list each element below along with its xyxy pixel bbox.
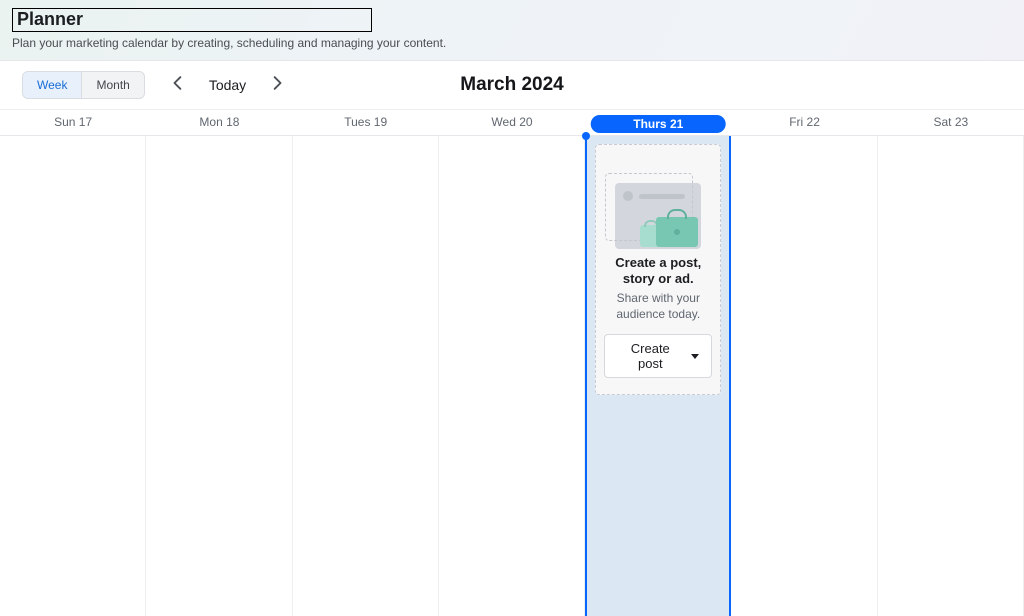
page-subtitle: Plan your marketing calendar by creating…: [12, 36, 1012, 50]
prev-week-button[interactable]: [167, 74, 189, 96]
day-header-label: Sat 23: [934, 115, 969, 129]
day-header-label: Sun 17: [54, 115, 92, 129]
create-post-button-label: Create post: [617, 341, 683, 371]
today-button[interactable]: Today: [209, 77, 246, 93]
day-header-sat[interactable]: Sat 23: [878, 110, 1024, 135]
today-indicator-dot: [582, 132, 590, 140]
calendar-toolbar: Week Month Today March 2024: [0, 61, 1024, 110]
view-month-button[interactable]: Month: [81, 72, 143, 98]
day-header-sun[interactable]: Sun 17: [0, 110, 146, 135]
create-card-title: Create a post, story or ad.: [608, 255, 708, 288]
day-column-mon[interactable]: [146, 136, 292, 616]
day-column-tue[interactable]: [293, 136, 439, 616]
date-nav-group: Today: [167, 74, 288, 96]
day-header-label: Tues 19: [344, 115, 387, 129]
day-column-sun[interactable]: [0, 136, 146, 616]
day-header-label: Fri 22: [789, 115, 820, 129]
weekday-header-row: Sun 17 Mon 18 Tues 19 Wed 20 Thurs 21 Fr…: [0, 110, 1024, 136]
day-header-mon[interactable]: Mon 18: [146, 110, 292, 135]
page-header: Planner Plan your marketing calendar by …: [0, 0, 1024, 60]
day-header-tue[interactable]: Tues 19: [293, 110, 439, 135]
create-post-button[interactable]: Create post: [604, 334, 712, 378]
page-title: Planner: [12, 8, 372, 32]
day-header-label: Wed 20: [491, 115, 532, 129]
create-content-card: Create a post, story or ad. Share with y…: [595, 144, 721, 396]
calendar-panel: Week Month Today March 2024 Sun 17 Mon 1…: [0, 60, 1024, 616]
chevron-right-icon: [272, 76, 282, 93]
view-toggle-group: Week Month: [22, 71, 145, 99]
create-card-subtitle: Share with your audience today.: [604, 291, 712, 322]
create-card-illustration-icon: [604, 157, 712, 249]
day-header-label: Mon 18: [199, 115, 239, 129]
day-column-wed[interactable]: [439, 136, 585, 616]
day-column-fri[interactable]: [731, 136, 877, 616]
week-grid: Create a post, story or ad. Share with y…: [0, 136, 1024, 616]
day-column-thu-today[interactable]: Create a post, story or ad. Share with y…: [585, 136, 731, 616]
next-week-button[interactable]: [266, 74, 288, 96]
day-column-sat[interactable]: [878, 136, 1024, 616]
day-header-fri[interactable]: Fri 22: [731, 110, 877, 135]
today-pill: Thurs 21: [591, 115, 726, 133]
view-week-button[interactable]: Week: [23, 72, 81, 98]
day-header-thu[interactable]: Thurs 21: [585, 110, 731, 135]
day-header-wed[interactable]: Wed 20: [439, 110, 585, 135]
month-year-title: March 2024: [460, 74, 564, 96]
chevron-left-icon: [173, 76, 183, 93]
caret-down-icon: [691, 354, 699, 359]
